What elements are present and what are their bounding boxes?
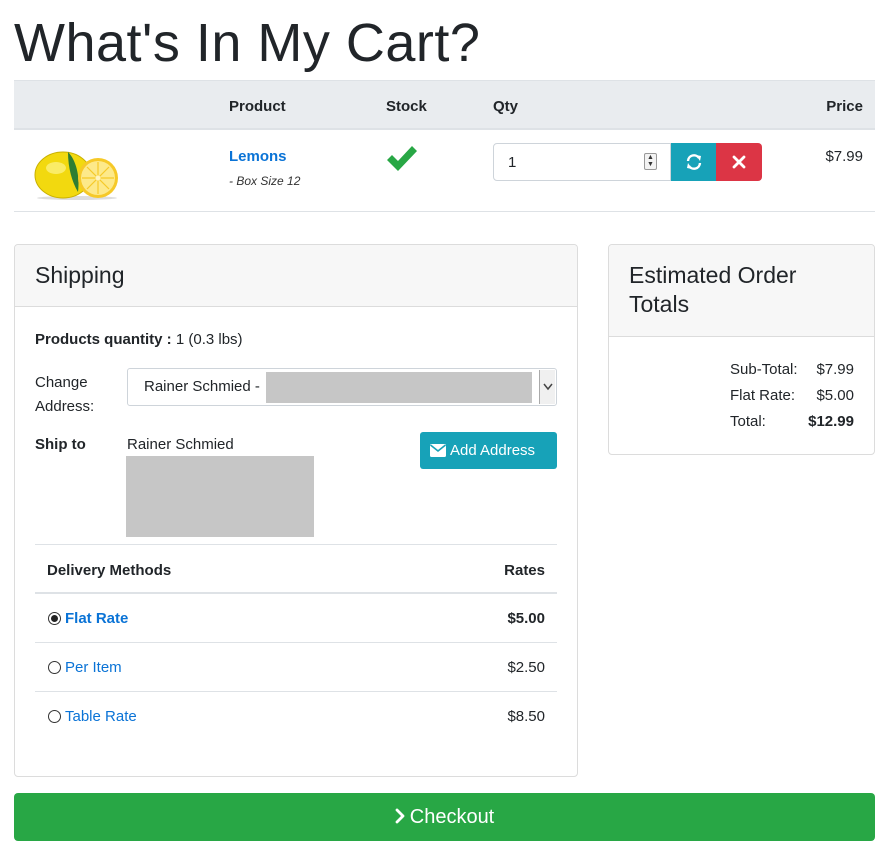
checkout-label: Checkout xyxy=(409,805,495,828)
subtotal-row: Sub-Total: $7.99 xyxy=(609,361,874,387)
table-rate-value: $8.50 xyxy=(507,708,545,725)
change-address-label: Change Address: xyxy=(35,374,95,415)
quantity-stepper[interactable]: ▲ ▼ xyxy=(644,153,657,170)
per-item-rate-value: $2.50 xyxy=(507,659,545,676)
product-column-header: Product xyxy=(229,98,286,115)
subtotal-value: $7.99 xyxy=(816,361,854,378)
product-variant: - Box Size 12 xyxy=(229,174,301,188)
table-rate-link[interactable]: Table Rate xyxy=(65,708,137,725)
product-name-link[interactable]: Lemons xyxy=(229,148,287,165)
price-column-header: Price xyxy=(826,98,863,115)
table-rate-radio[interactable] xyxy=(48,710,61,723)
shipping-cost-label: Flat Rate: xyxy=(730,387,796,404)
delivery-method-row[interactable]: Table Rate $8.50 xyxy=(35,692,557,741)
cart-table-header: Product Stock Qty Price xyxy=(14,80,875,130)
chevron-down-icon[interactable] xyxy=(539,370,555,404)
lemon-image xyxy=(34,151,118,200)
flat-rate-link[interactable]: Flat Rate xyxy=(65,610,128,627)
ship-to-label: Ship to xyxy=(35,436,86,453)
add-address-label: Add Address xyxy=(450,442,536,459)
chevron-up-icon[interactable]: ▲ xyxy=(645,154,656,161)
order-totals-title: Estimated Order Totals xyxy=(609,245,874,337)
total-label: Total: xyxy=(730,413,766,430)
address-select[interactable]: Rainer Schmied - xyxy=(127,368,557,406)
per-item-link[interactable]: Per Item xyxy=(65,659,122,676)
order-totals-panel: Estimated Order Totals Sub-Total: $7.99 … xyxy=(608,244,875,455)
products-quantity: Products quantity : 1 (0.3 lbs) xyxy=(35,331,243,348)
check-icon xyxy=(387,146,417,171)
chevron-right-icon xyxy=(395,808,405,823)
add-address-button[interactable]: Add Address xyxy=(420,432,557,469)
flat-rate-value: $5.00 xyxy=(507,610,545,627)
delivery-method-row[interactable]: Per Item $2.50 xyxy=(35,643,557,692)
update-quantity-button[interactable] xyxy=(671,143,717,181)
order-totals-list: Sub-Total: $7.99 Flat Rate: $5.00 Total:… xyxy=(609,361,874,439)
flat-rate-radio[interactable] xyxy=(48,612,61,625)
products-quantity-value: 1 (0.3 lbs) xyxy=(175,331,243,348)
delivery-method-row[interactable]: Flat Rate $5.00 xyxy=(35,594,557,643)
total-row: Total: $12.99 xyxy=(609,413,874,439)
cart-item-row: Lemons - Box Size 12 1 ▲ ▼ $7.99 xyxy=(14,130,875,212)
per-item-radio[interactable] xyxy=(48,661,61,674)
delivery-table-header: Delivery Methods Rates xyxy=(35,544,557,594)
stock-column-header: Stock xyxy=(386,98,427,115)
delivery-methods-table: Delivery Methods Rates Flat Rate $5.00 P… xyxy=(35,544,557,741)
delivery-methods-header: Delivery Methods xyxy=(47,562,172,579)
rates-header: Rates xyxy=(504,562,545,579)
ship-to-name: Rainer Schmied xyxy=(127,436,234,453)
redacted-address-block xyxy=(266,372,532,403)
refresh-icon xyxy=(686,154,702,170)
shipping-panel-title: Shipping xyxy=(15,245,577,307)
page-title: What's In My Cart? xyxy=(14,13,481,73)
total-value: $12.99 xyxy=(808,413,854,430)
shipping-panel: Shipping Products quantity : 1 (0.3 lbs)… xyxy=(14,244,578,777)
qty-column-header: Qty xyxy=(493,98,519,115)
shipping-cost-value: $5.00 xyxy=(816,387,854,404)
address-select-value: Rainer Schmied - xyxy=(144,378,260,395)
shipping-cost-row: Flat Rate: $5.00 xyxy=(609,387,874,413)
envelope-icon xyxy=(430,444,446,457)
line-item-price: $7.99 xyxy=(825,148,863,165)
redacted-address-block xyxy=(126,456,314,537)
checkout-button[interactable]: Checkout xyxy=(14,793,875,841)
subtotal-label: Sub-Total: xyxy=(730,361,798,378)
close-icon xyxy=(732,155,746,169)
chevron-down-icon[interactable]: ▼ xyxy=(645,161,656,168)
products-quantity-label: Products quantity : xyxy=(35,331,172,348)
remove-item-button[interactable] xyxy=(716,143,762,181)
